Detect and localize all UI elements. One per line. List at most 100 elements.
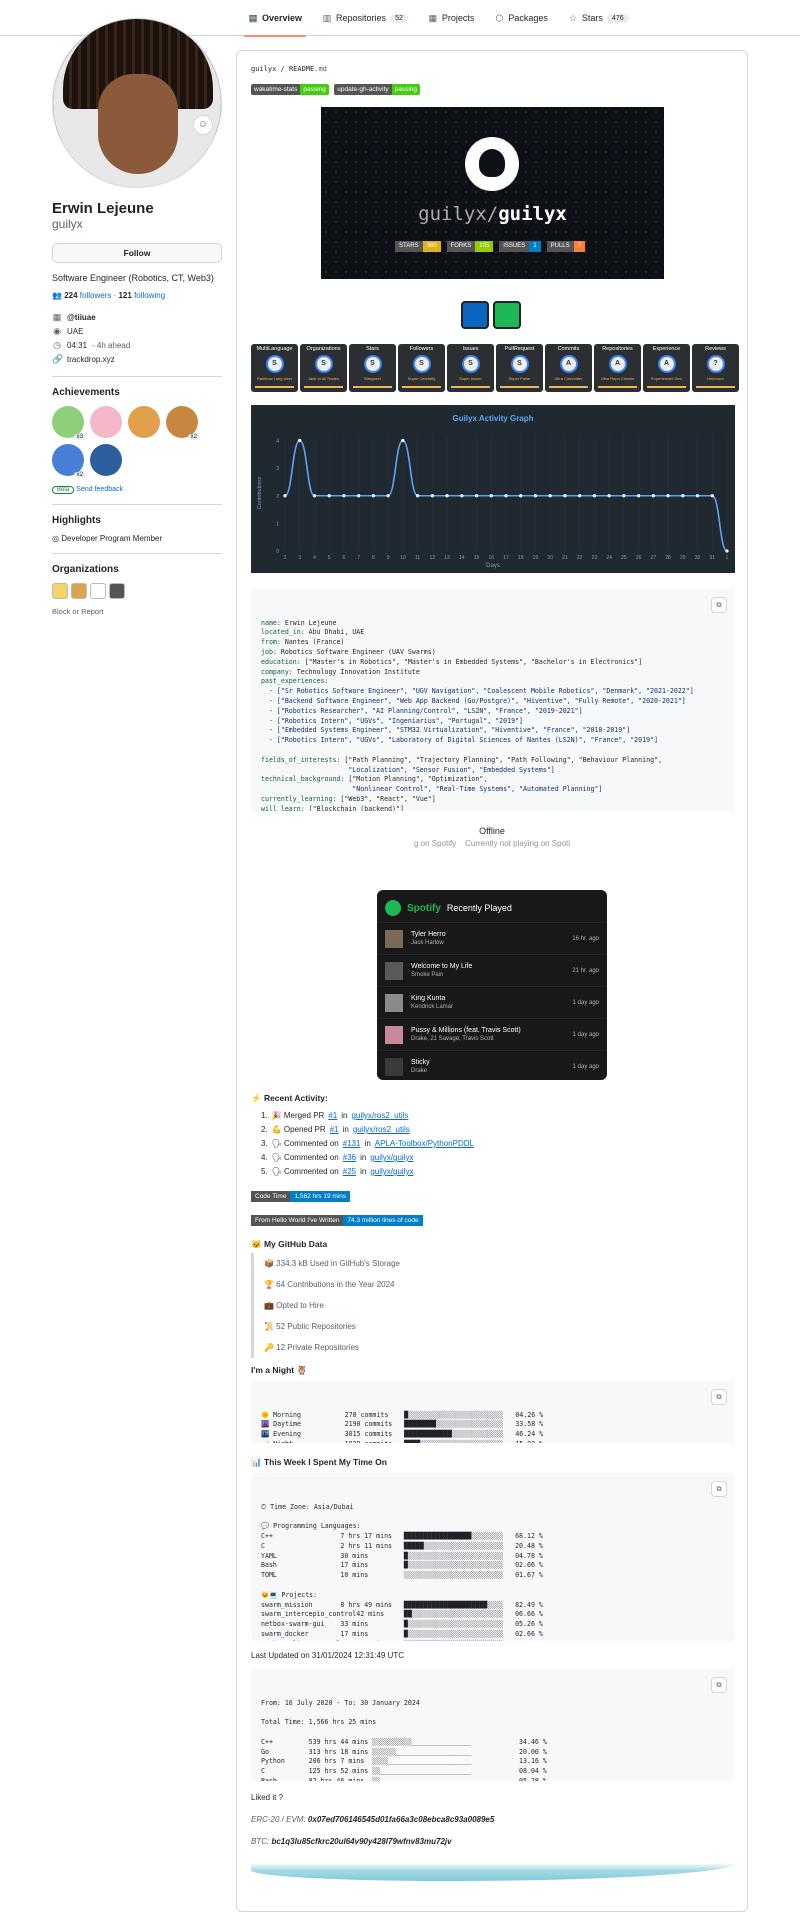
issue-link[interactable]: #36 bbox=[343, 1151, 356, 1165]
data-point bbox=[371, 494, 375, 498]
x-tick-label: 7 bbox=[357, 555, 360, 561]
code-line: "Localization", "Sensor Fusion", "Embedd… bbox=[261, 765, 555, 774]
trophy-card[interactable]: Experience A Experienced Dev bbox=[643, 344, 690, 392]
repo-link[interactable]: guilyx/guilyx bbox=[370, 1165, 413, 1179]
org-avatar[interactable] bbox=[52, 583, 68, 599]
linkedin-icon[interactable] bbox=[461, 301, 489, 329]
data-point bbox=[563, 494, 567, 498]
code-time-badge[interactable]: Code Time 1,562 hrs 19 mins bbox=[251, 1191, 351, 1202]
tab-projects[interactable]: ▦ Projects bbox=[420, 0, 483, 36]
wakatime-badge[interactable]: wakatime-stats passing bbox=[251, 84, 329, 95]
repo-link[interactable]: guilyx/guilyx bbox=[370, 1151, 413, 1165]
trophy-card[interactable]: Issues S Super Issuer bbox=[447, 344, 494, 392]
profile-org[interactable]: @tiiuae bbox=[67, 313, 96, 322]
trophy-card[interactable]: Reviews? Unknown bbox=[692, 344, 739, 392]
people-icon: 👥 bbox=[52, 291, 62, 300]
y-tick-label: 2 bbox=[276, 494, 279, 500]
org-avatar[interactable] bbox=[109, 583, 125, 599]
followers-link[interactable]: 224 followers bbox=[64, 291, 111, 300]
language-row: C++ 7 hrs 17 mins █████████████████░░░░░… bbox=[261, 1531, 543, 1540]
achievement-count: x2 bbox=[187, 434, 200, 440]
send-feedback-link[interactable]: Send feedback bbox=[76, 486, 123, 493]
starstruck-icon[interactable]: x2 bbox=[52, 444, 86, 478]
issue-link[interactable]: #131 bbox=[343, 1137, 361, 1151]
data-point bbox=[592, 494, 596, 498]
tab-overview[interactable]: ▤ Overview bbox=[240, 0, 310, 37]
arctic-vault-icon[interactable] bbox=[90, 444, 122, 476]
repo-stat-badge[interactable]: STARS 360 bbox=[395, 241, 441, 252]
workflow-badges: wakatime-stats passing update-gh-activity… bbox=[251, 83, 733, 95]
follow-button[interactable]: Follow bbox=[52, 243, 222, 263]
spotify-track[interactable]: Sticky Drake 1 day ago bbox=[377, 1050, 607, 1082]
avatar[interactable]: ☺ bbox=[52, 18, 222, 188]
album-art bbox=[385, 993, 403, 1012]
issue-link[interactable]: #25 bbox=[343, 1165, 356, 1179]
copy-icon[interactable]: ⧉ bbox=[711, 1389, 727, 1405]
y-axis-label: Contributions bbox=[257, 477, 263, 510]
quickdraw-icon[interactable] bbox=[128, 406, 160, 438]
trophy-subtitle: Super Celebrity bbox=[407, 376, 436, 381]
trophy-card[interactable]: Followers S Super Celebrity bbox=[398, 344, 445, 392]
commit-times-block: 🌞 Morning 278 commits █░░░░░░░░░░░░░░░░░… bbox=[251, 1381, 735, 1443]
repo-stat-badge[interactable]: PULLS 7 bbox=[546, 241, 585, 252]
repo-link[interactable]: guilyx/ros2_utils bbox=[351, 1109, 408, 1123]
data-point bbox=[607, 494, 611, 498]
tab-repositories[interactable]: ▥ Repositories 52 bbox=[314, 0, 416, 36]
tab-stars[interactable]: ☆ Stars 476 bbox=[560, 0, 637, 36]
issue-link[interactable]: #1 bbox=[330, 1123, 339, 1137]
achievements-section: Achievements x3 x2 x2 Beta Send feedback bbox=[52, 376, 222, 494]
banner-title: guilyx/guilyx bbox=[418, 203, 567, 225]
trophy-card[interactable]: Commits A Ultra Committer bbox=[545, 344, 592, 392]
copy-icon[interactable]: ⧉ bbox=[711, 597, 727, 613]
star-icon: ☆ bbox=[568, 13, 577, 23]
track-title: King Kunta bbox=[411, 995, 446, 1002]
trophy-card[interactable]: MultiLanguage S Rainbow Lang User bbox=[251, 344, 298, 392]
copy-icon[interactable]: ⧉ bbox=[711, 1677, 727, 1693]
pull-shark-icon[interactable]: x3 bbox=[52, 406, 86, 440]
repo-stat-badge[interactable]: FORKS 105 bbox=[446, 241, 494, 252]
data-point bbox=[695, 494, 700, 498]
code-line: technical_background: ["Motion Planning"… bbox=[261, 775, 488, 784]
trophy-card[interactable]: Stars S Stargazer bbox=[349, 344, 396, 392]
yolo-icon[interactable] bbox=[90, 406, 122, 438]
repo-stat-badge[interactable]: ISSUES 1 bbox=[499, 241, 541, 252]
github-data-item: 📦 334.3 kB Used in GitHub's Storage bbox=[264, 1259, 400, 1268]
x-tick-label: 14 bbox=[459, 555, 465, 561]
trophy-card[interactable]: Repositories A Ultra Repo Creator bbox=[594, 344, 641, 392]
following-link[interactable]: 121 following bbox=[118, 291, 165, 300]
trophy-card[interactable]: Organizations S Jack of all Trades bbox=[300, 344, 347, 392]
block-report-link[interactable]: Block or Report bbox=[52, 607, 222, 616]
spotify-track[interactable]: Welcome to My Life Smoke Pain 21 hr. ago bbox=[377, 954, 607, 986]
x-tick-label: 26 bbox=[636, 555, 642, 561]
spotify-track[interactable]: King Kunta Kendrick Lamar 1 day ago bbox=[377, 986, 607, 1018]
chart-title: Guilyx Activity Graph bbox=[452, 414, 533, 423]
project-row: swarm_docker 17 mins █░░░░░░░░░░░░░░░░░░… bbox=[261, 1629, 543, 1638]
update-activity-badge[interactable]: update-gh-activity passing bbox=[334, 84, 420, 95]
timezone-line: 🕑︎ Time Zone: Asia/Dubai bbox=[261, 1502, 354, 1511]
github-data-item: 💼 Opted to Hire bbox=[264, 1301, 324, 1310]
copy-icon[interactable]: ⧉ bbox=[711, 1481, 727, 1497]
pair-extraordinaire-icon[interactable]: x2 bbox=[166, 406, 200, 440]
github-data-list: 📦 334.3 kB Used in GitHub's Storage 🏆 64 … bbox=[251, 1253, 400, 1358]
spotify-icon[interactable] bbox=[493, 301, 521, 329]
issue-link[interactable]: #1 bbox=[328, 1109, 337, 1123]
github-data-item: 🔑 12 Private Repositories bbox=[264, 1343, 359, 1352]
trophy-card[interactable]: PullRequest S Super Puller bbox=[496, 344, 543, 392]
profile-website[interactable]: trackdrop.xyz bbox=[67, 355, 115, 364]
repo-link[interactable]: guilyx/ros2_utils bbox=[353, 1123, 410, 1137]
language-row: TOML 10 mins ░░░░░░░░░░░░░░░░░░░░░░░░░ 0… bbox=[261, 1571, 543, 1580]
spotify-track[interactable]: Tyler Herro Jack Harlow 16 hr. ago bbox=[377, 922, 607, 954]
data-point bbox=[681, 494, 685, 498]
org-avatar[interactable] bbox=[71, 583, 87, 599]
tab-packages[interactable]: ⬡ Packages bbox=[486, 0, 556, 36]
x-tick-label: 31 bbox=[709, 555, 715, 561]
spotify-track[interactable]: Pussy & Millions (feat. Travis Scott) Dra… bbox=[377, 1018, 607, 1050]
spotify-recently-played[interactable]: Spotify Recently Played Tyler Herro Jack … bbox=[377, 890, 607, 1080]
repo-link[interactable]: APLA-Toolbox/PythonPDDL bbox=[375, 1137, 474, 1151]
data-point bbox=[533, 494, 538, 498]
trophy-grade: A bbox=[608, 355, 627, 373]
smiley-icon[interactable]: ☺ bbox=[193, 115, 213, 135]
org-avatar[interactable] bbox=[90, 583, 106, 599]
lines-of-code-badge[interactable]: From Hello World I've Written 74.3 millio… bbox=[251, 1215, 423, 1226]
